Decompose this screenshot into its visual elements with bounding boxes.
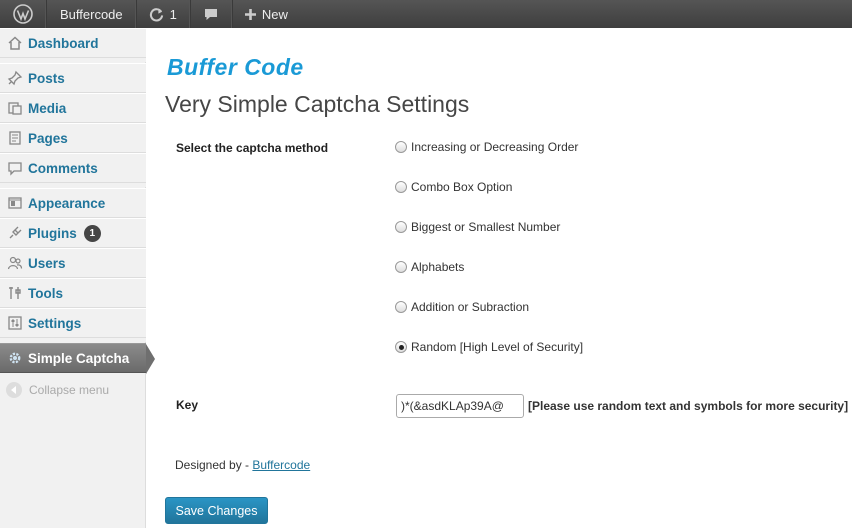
designed-by: Designed by - Buffercode: [175, 458, 310, 472]
method-option-label: Combo Box Option: [411, 180, 513, 194]
sidebar-item-label: Tools: [28, 285, 63, 301]
sidebar-item-simple-captcha[interactable]: Simple Captcha: [0, 343, 155, 374]
method-option[interactable]: Biggest or Smallest Number: [395, 220, 560, 234]
radio-biggest-smallest[interactable]: [395, 221, 407, 233]
media-icon: [6, 99, 24, 117]
comment-bubble-icon: [203, 7, 219, 22]
buffercode-link[interactable]: Buffercode: [252, 458, 310, 472]
radio-addition-subtraction[interactable]: [395, 301, 407, 313]
sidebar-item-users[interactable]: Users: [0, 248, 146, 278]
sidebar-item-label: Media: [28, 100, 67, 116]
key-hint: [Please use random text and symbols for …: [528, 399, 849, 413]
method-option[interactable]: Increasing or Decreasing Order: [395, 140, 578, 154]
new-content-button[interactable]: New: [231, 0, 300, 28]
plugins-update-badge: 1: [83, 224, 101, 242]
updates-button[interactable]: 1: [135, 0, 190, 28]
svg-text:Buffer Code: Buffer Code: [167, 54, 304, 80]
updates-count: 1: [169, 6, 177, 22]
method-option-label: Random [High Level of Security]: [411, 340, 584, 354]
method-option[interactable]: Addition or Subraction: [395, 300, 529, 314]
sidebar-separator: [0, 58, 146, 62]
users-icon: [6, 254, 24, 272]
method-option[interactable]: Combo Box Option: [395, 180, 512, 194]
sidebar-item-label: Settings: [28, 315, 82, 331]
gear-icon: [6, 349, 24, 367]
pages-icon: [6, 129, 24, 147]
captcha-method-label: Select the captcha method: [176, 141, 329, 155]
admin-bar: Buffercode 1 New: [0, 0, 852, 28]
sidebar-item-settings[interactable]: Settings: [0, 308, 146, 338]
current-menu-arrow: [146, 344, 155, 374]
house-icon: [6, 34, 24, 52]
sidebar-separator: [0, 338, 146, 342]
method-option-label: Alphabets: [411, 260, 465, 274]
collapse-menu-label: Collapse menu: [29, 383, 110, 397]
appearance-icon: [6, 194, 24, 212]
sidebar-item-label: Pages: [28, 130, 68, 146]
plus-icon: [244, 8, 256, 20]
refresh-icon: [149, 7, 164, 22]
comments-button[interactable]: [189, 0, 232, 28]
collapse-arrow-icon: [6, 382, 22, 398]
designed-by-text: Designed by -: [175, 458, 253, 472]
new-label: New: [261, 6, 288, 22]
key-input[interactable]: )*(&asdKLAp39A@: [396, 394, 524, 418]
radio-random[interactable]: [395, 341, 407, 353]
pushpin-icon: [6, 69, 24, 87]
method-option[interactable]: Alphabets: [395, 260, 464, 274]
tools-icon: [6, 284, 24, 302]
sidebar-item-label: Dashboard: [28, 35, 99, 51]
admin-sidebar: Dashboard Posts Media Pages Comments App…: [0, 28, 155, 528]
wordpress-icon: [12, 4, 33, 24]
sidebar-item-tools[interactable]: Tools: [0, 278, 146, 308]
method-option-label: Addition or Subraction: [411, 300, 530, 314]
key-label: Key: [176, 398, 199, 412]
method-option-label: Biggest or Smallest Number: [411, 220, 561, 234]
sidebar-item-media[interactable]: Media: [0, 93, 146, 123]
sidebar-item-dashboard[interactable]: Dashboard: [0, 28, 146, 58]
page-title: Very Simple Captcha Settings: [165, 91, 470, 117]
sidebar-item-label: Simple Captcha: [28, 350, 130, 366]
save-changes-button[interactable]: Save Changes: [165, 497, 268, 524]
sidebar-item-pages[interactable]: Pages: [0, 123, 146, 153]
sidebar-item-label: Comments: [28, 160, 98, 176]
settings-sliders-icon: [6, 314, 24, 332]
sidebar-item-posts[interactable]: Posts: [0, 63, 146, 93]
sidebar-item-label: Posts: [28, 70, 65, 86]
radio-combo-box[interactable]: [395, 181, 407, 193]
method-option-label: Increasing or Decreasing Order: [411, 140, 579, 154]
wordpress-logo-button[interactable]: [0, 0, 46, 28]
sidebar-item-label: Appearance: [28, 195, 106, 211]
sidebar-separator: [0, 183, 146, 187]
radio-increasing-decreasing[interactable]: [395, 141, 407, 153]
sidebar-item-appearance[interactable]: Appearance: [0, 188, 146, 218]
sidebar-item-label: Users: [28, 255, 66, 271]
sidebar-item-plugins[interactable]: Plugins 1: [0, 218, 146, 248]
buffercode-logo: Buffer Code: [167, 31, 317, 84]
collapse-menu-button[interactable]: Collapse menu: [6, 382, 109, 398]
site-name-link[interactable]: Buffercode: [46, 0, 136, 28]
sidebar-item-label: Plugins: [28, 225, 77, 241]
method-option[interactable]: Random [High Level of Security]: [395, 340, 583, 354]
site-name-label: Buffercode: [60, 6, 123, 22]
comment-icon: [6, 159, 24, 177]
sidebar-item-comments[interactable]: Comments: [0, 153, 146, 183]
plug-icon: [6, 224, 24, 242]
radio-alphabets[interactable]: [395, 261, 407, 273]
